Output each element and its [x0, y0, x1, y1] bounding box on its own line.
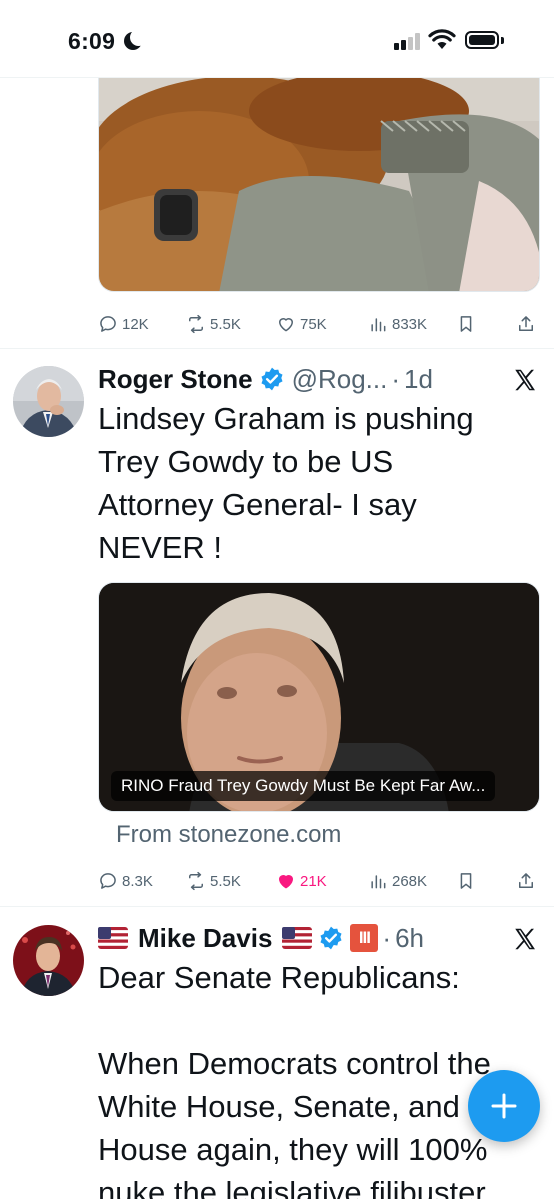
us-flag-icon — [282, 927, 313, 949]
tweet-time[interactable]: 1d — [404, 364, 433, 395]
avatar-image — [13, 366, 84, 437]
x-logo-icon[interactable] — [512, 367, 538, 393]
us-flag-icon — [98, 927, 128, 949]
reply-count: 12K — [122, 315, 149, 333]
views-count: 268K — [392, 872, 428, 890]
views-button[interactable]: 833K — [368, 309, 427, 339]
views-count: 833K — [392, 315, 428, 333]
link-card-caption: RINO Fraud Trey Gowdy Must Be Kept Far A… — [111, 771, 496, 801]
like-count: 75K — [300, 315, 327, 333]
repost-count: 5.5K — [210, 315, 241, 333]
avatar-image — [13, 925, 84, 996]
reply-icon — [100, 316, 116, 332]
tweet-text: Lindsey Graham is pushing Trey Gowdy to … — [98, 401, 474, 565]
cellular-signal-icon — [394, 33, 420, 50]
reply-button[interactable]: 12K — [98, 309, 149, 339]
separator-dot: · — [391, 363, 401, 394]
wifi-icon — [428, 29, 456, 49]
share-button[interactable] — [516, 866, 536, 896]
tweet2-action-bar: 8.3K 5.5K 21K 268K — [98, 866, 538, 896]
verified-badge-icon[interactable] — [318, 925, 344, 951]
reply-icon — [100, 873, 116, 889]
share-icon — [519, 873, 533, 888]
reply-count: 8.3K — [122, 872, 153, 890]
bookmark-button[interactable] — [456, 866, 476, 896]
repost-icon — [189, 314, 203, 334]
repost-icon — [189, 871, 203, 891]
views-button[interactable]: 268K — [368, 866, 427, 896]
battery-cap — [501, 37, 504, 44]
link-card-image[interactable]: RINO Fraud Trey Gowdy Must Be Kept Far A… — [98, 582, 540, 812]
author-name[interactable]: Roger Stone — [98, 364, 253, 395]
tweet1-action-bar: 12K 5.5K 75K 833K — [98, 309, 538, 339]
tweet1-media-image[interactable] — [98, 60, 540, 292]
tweet3-header: Mike Davis III · 6h — [98, 921, 424, 955]
bookmark-icon — [460, 316, 472, 332]
bookmark-button[interactable] — [456, 309, 476, 339]
repost-button[interactable]: 5.5K — [186, 866, 241, 896]
repost-button[interactable]: 5.5K — [186, 309, 241, 339]
compose-button[interactable] — [468, 1070, 540, 1142]
article-three-badge: III — [350, 924, 379, 952]
status-bar: 6:09 — [0, 0, 554, 78]
bookmark-icon — [460, 873, 472, 889]
link-card-source[interactable]: From stonezone.com — [116, 821, 341, 849]
views-icon — [371, 875, 386, 889]
battery-icon — [465, 31, 499, 49]
heart-icon — [279, 875, 293, 889]
like-count: 21K — [300, 872, 327, 890]
avatar-mike-davis[interactable] — [13, 925, 84, 996]
author-handle[interactable]: @Rog... — [292, 364, 388, 395]
moon-icon — [124, 29, 147, 50]
reply-button[interactable]: 8.3K — [98, 866, 153, 896]
share-button[interactable] — [516, 309, 536, 339]
compose-plus-icon — [491, 1093, 517, 1119]
status-time: 6:09 — [68, 28, 116, 54]
x-logo-icon[interactable] — [512, 926, 538, 952]
avatar-roger-stone[interactable] — [13, 366, 84, 437]
author-name[interactable]: Mike Davis — [138, 923, 272, 954]
like-button[interactable]: 21K — [276, 866, 327, 896]
tweet-text: Dear Senate Republicans: When Democrats … — [98, 960, 491, 1199]
repost-count: 5.5K — [210, 872, 241, 890]
views-icon — [371, 318, 386, 332]
tweet-divider — [0, 906, 554, 907]
separator-dot: · — [382, 922, 392, 953]
share-icon — [519, 316, 533, 331]
like-button[interactable]: 75K — [276, 309, 327, 339]
dog-photo-image — [99, 61, 539, 291]
heart-icon — [279, 318, 293, 332]
tweet2-header: Roger Stone @Rog... · 1d — [98, 362, 433, 396]
verified-badge-icon[interactable] — [259, 366, 285, 392]
tweet-divider — [0, 348, 554, 349]
tweet-time[interactable]: 6h — [395, 923, 424, 954]
